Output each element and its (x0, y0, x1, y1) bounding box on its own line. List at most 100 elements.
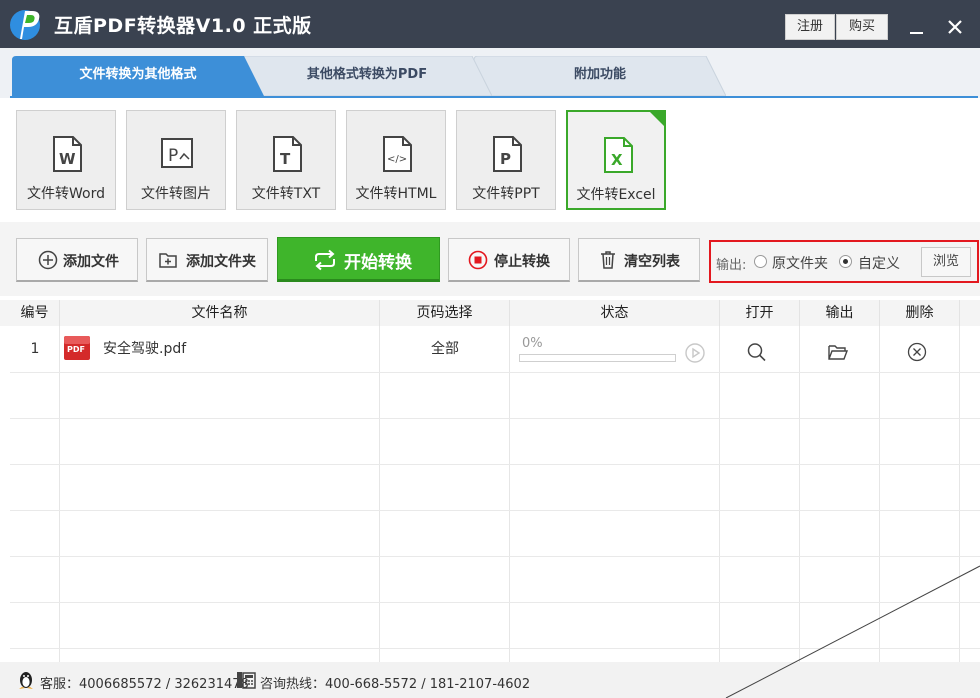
header-delete: 删除 (880, 300, 960, 326)
radio-custom-folder[interactable] (839, 255, 852, 268)
service-contact: 客服：4006685572 / 326231478 (40, 677, 249, 692)
func-label: 文件转Excel (576, 187, 656, 203)
func-to-txt-button[interactable]: T 文件转TXT (236, 110, 336, 210)
search-icon[interactable] (746, 342, 768, 362)
clear-label: 清空列表 (624, 254, 680, 270)
txt-file-icon: T (273, 136, 302, 172)
status-bar: 客服：4006685572 / 326231478 咨询热线：400-668-5… (0, 662, 980, 698)
trash-icon (601, 251, 615, 269)
buy-button[interactable]: 购买 (836, 14, 888, 40)
original-folder-label: 原文件夹 (772, 256, 828, 272)
close-icon[interactable] (942, 14, 968, 40)
browse-button[interactable]: 浏览 (921, 247, 971, 277)
table-row[interactable]: 1 PDF 安全驾驶.pdf 全部 0% (0, 326, 980, 372)
stop-icon (468, 250, 488, 270)
row-divider (10, 556, 980, 557)
ppt-file-icon: P (493, 136, 522, 172)
row-divider (10, 510, 980, 511)
header-status: 状态 (510, 300, 720, 326)
excel-file-icon: X (604, 137, 633, 173)
func-to-html-button[interactable]: </> 文件转HTML (346, 110, 446, 210)
header-index: 编号 (10, 300, 60, 326)
row-pages[interactable]: 全部 (380, 326, 510, 372)
word-file-icon: W (53, 136, 82, 172)
folder-open-icon[interactable] (827, 342, 849, 362)
row-divider (10, 602, 980, 603)
svg-text:W: W (59, 150, 76, 168)
tab-label: 文件转换为其他格式 (79, 67, 197, 82)
phone-icon (237, 672, 256, 689)
start-label: 开始转换 (344, 253, 412, 273)
app-logo-icon (10, 10, 40, 40)
header-open: 打开 (720, 300, 800, 326)
row-divider (10, 372, 980, 373)
svg-text:P: P (500, 150, 511, 168)
output-label: 输出: (716, 258, 747, 273)
table-header: 编号 文件名称 页码选择 状态 打开 输出 删除 (0, 300, 980, 326)
column-divider (879, 326, 880, 662)
minimize-icon[interactable] (906, 16, 928, 38)
delete-circle-icon[interactable] (906, 342, 928, 362)
start-conversion-button[interactable]: 开始转换 (277, 237, 440, 282)
column-divider (959, 326, 960, 662)
file-table: 编号 文件名称 页码选择 状态 打开 输出 删除 1 PDF 安全驾驶.pdf … (0, 300, 980, 662)
func-label: 文件转PPT (472, 186, 540, 202)
svg-text:</>: </> (387, 154, 407, 165)
column-divider (379, 326, 380, 662)
pdf-file-icon: PDF (64, 336, 90, 360)
func-to-excel-button[interactable]: X 文件转Excel (566, 110, 666, 210)
header-filename: 文件名称 (60, 300, 380, 326)
tab-extra-functions[interactable]: 附加功能 (474, 56, 726, 96)
stop-label: 停止转换 (494, 254, 550, 270)
svg-text:PDF: PDF (67, 345, 85, 354)
convert-cycle-icon (315, 249, 335, 271)
svg-text:P: P (168, 146, 178, 166)
progress-bar (519, 354, 676, 362)
clear-list-button[interactable]: 清空列表 (578, 238, 700, 282)
column-divider (509, 326, 510, 662)
tab-label: 附加功能 (573, 67, 626, 82)
row-divider (10, 648, 980, 649)
image-file-icon: P (161, 138, 193, 168)
tab-label: 其他格式转换为PDF (306, 67, 428, 82)
tab-other-to-pdf[interactable]: 其他格式转换为PDF (242, 56, 492, 96)
app-title: 互盾PDF转换器V1.0 正式版 (54, 15, 312, 37)
column-divider (59, 326, 60, 662)
custom-folder-label: 自定义 (858, 256, 900, 272)
row-divider (10, 464, 980, 465)
hotline-contact: 咨询热线：400-668-5572 / 181-2107-4602 (260, 677, 531, 692)
func-to-ppt-button[interactable]: P 文件转PPT (456, 110, 556, 210)
add-folder-icon (159, 253, 177, 268)
add-circle-icon (38, 250, 58, 270)
func-label: 文件转HTML (355, 186, 437, 202)
svg-text:X: X (611, 151, 623, 169)
register-button[interactable]: 注册 (785, 14, 835, 40)
tab-file-to-other[interactable]: 文件转换为其他格式 (12, 56, 264, 96)
func-label: 文件转TXT (251, 186, 321, 202)
html-file-icon: </> (383, 136, 412, 172)
func-label: 文件转Word (27, 186, 105, 202)
play-icon[interactable] (684, 342, 706, 364)
title-bar: 互盾PDF转换器V1.0 正式版 注册 购买 (0, 0, 980, 48)
column-divider (799, 326, 800, 662)
qq-penguin-icon (19, 672, 33, 689)
output-options: 输出: 原文件夹 自定义 浏览 (709, 240, 979, 283)
add-file-button[interactable]: 添加文件 (16, 238, 138, 282)
column-divider (719, 326, 720, 662)
add-folder-label: 添加文件夹 (186, 254, 256, 270)
add-file-label: 添加文件 (63, 254, 119, 270)
func-label: 文件转图片 (141, 186, 211, 202)
svg-text:T: T (280, 150, 291, 168)
header-pages: 页码选择 (380, 300, 510, 326)
row-index: 1 (30, 341, 40, 357)
header-output: 输出 (800, 300, 880, 326)
stop-conversion-button[interactable]: 停止转换 (448, 238, 570, 282)
progress-percent: 0% (522, 336, 543, 351)
func-to-image-button[interactable]: P 文件转图片 (126, 110, 226, 210)
selected-corner-marker (649, 111, 665, 127)
row-divider (10, 418, 980, 419)
add-folder-button[interactable]: 添加文件夹 (146, 238, 268, 282)
row-filename: 安全驾驶.pdf (103, 341, 187, 357)
func-to-word-button[interactable]: W 文件转Word (16, 110, 116, 210)
radio-original-folder[interactable] (754, 255, 767, 268)
